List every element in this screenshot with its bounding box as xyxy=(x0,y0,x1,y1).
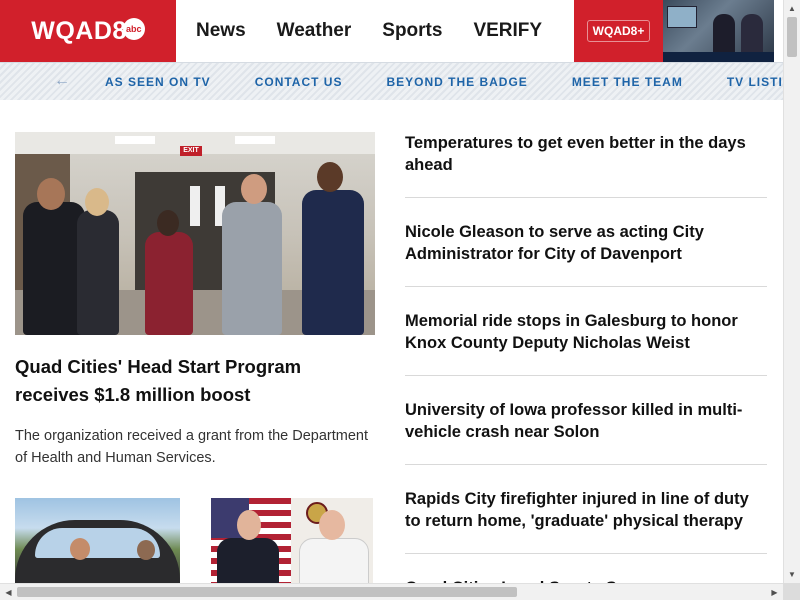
person-head xyxy=(317,162,343,192)
divider xyxy=(405,464,767,465)
horizontal-scroll-thumb[interactable] xyxy=(17,587,517,597)
divider xyxy=(405,553,767,554)
logo-text: WQAD8 xyxy=(31,16,127,45)
person-head xyxy=(37,178,65,210)
thumbnail-ticker xyxy=(663,52,774,62)
vertical-scrollbar[interactable]: ▲ ▼ xyxy=(783,0,800,583)
lead-story-description: The organization received a grant from t… xyxy=(15,428,369,466)
story-thumbnail-car[interactable] xyxy=(15,498,180,584)
nav-news[interactable]: News xyxy=(196,20,246,42)
headline-item[interactable]: Memorial ride stops in Galesburg to hono… xyxy=(405,310,767,354)
main-nav: News Weather Sports VERIFY xyxy=(196,0,573,62)
person-head xyxy=(237,510,261,540)
person-head xyxy=(241,174,267,204)
lead-story-image[interactable]: EXIT xyxy=(15,132,375,335)
person-head xyxy=(157,210,179,236)
subnav-meet-the-team[interactable]: MEET THE TEAM xyxy=(572,75,683,89)
headline-item[interactable]: Temperatures to get even better in the d… xyxy=(405,132,767,176)
live-video-thumbnail[interactable] xyxy=(663,0,774,62)
site-logo[interactable]: WQAD8 abc xyxy=(0,0,176,62)
person-figure xyxy=(222,202,282,335)
story-thumbnail-press[interactable] xyxy=(211,498,373,584)
person-figure xyxy=(217,538,279,584)
lead-story-title[interactable]: Quad Cities' Head Start Program receives… xyxy=(15,353,375,409)
divider xyxy=(405,197,767,198)
thumbnail-person xyxy=(713,14,735,54)
vertical-scroll-thumb[interactable] xyxy=(787,17,797,57)
person-head xyxy=(319,510,345,540)
subnav-contact-us[interactable]: CONTACT US xyxy=(255,75,343,89)
secondary-nav-items: AS SEEN ON TV CONTACT US BEYOND THE BADG… xyxy=(105,63,783,100)
person-figure xyxy=(77,210,119,335)
divider xyxy=(405,375,767,376)
nav-verify[interactable]: VERIFY xyxy=(473,20,542,42)
headline-item[interactable]: Rapids City firefighter injured in line … xyxy=(405,488,767,532)
nav-sports[interactable]: Sports xyxy=(382,20,442,42)
secondary-nav: ← AS SEEN ON TV CONTACT US BEYOND THE BA… xyxy=(0,62,783,100)
nav-weather[interactable]: Weather xyxy=(277,20,352,42)
subnav-beyond-the-badge[interactable]: BEYOND THE BADGE xyxy=(386,75,527,89)
person-head xyxy=(137,540,155,560)
person-head xyxy=(85,188,109,216)
scroll-left-icon[interactable]: ◀ xyxy=(0,584,17,600)
scrollbar-corner xyxy=(783,583,800,600)
person-figure xyxy=(145,232,193,335)
scroll-up-icon[interactable]: ▲ xyxy=(784,0,800,17)
person-figure xyxy=(302,190,364,335)
thumbnail-screen xyxy=(667,6,697,28)
subnav-as-seen-on-tv[interactable]: AS SEEN ON TV xyxy=(105,75,211,89)
person-head xyxy=(70,538,90,560)
divider xyxy=(405,286,767,287)
arrow-left-icon[interactable]: ← xyxy=(52,71,72,91)
subnav-tv-listings[interactable]: TV LISTINGS xyxy=(727,75,783,89)
image-light xyxy=(115,136,155,144)
site-header: WQAD8 abc News Weather Sports VERIFY WQA… xyxy=(0,0,783,62)
horizontal-scrollbar[interactable]: ◀ ▶ xyxy=(0,583,783,600)
person-figure xyxy=(23,202,85,335)
exit-sign: EXIT xyxy=(180,146,202,156)
headline-item[interactable]: University of Iowa professor killed in m… xyxy=(405,399,767,443)
wqad8-plus-label: WQAD8+ xyxy=(586,20,651,42)
person-figure xyxy=(299,538,369,584)
scroll-right-icon[interactable]: ▶ xyxy=(766,584,783,600)
image-door-window xyxy=(190,186,200,226)
scroll-down-icon[interactable]: ▼ xyxy=(784,566,800,583)
abc-badge: abc xyxy=(122,18,145,40)
image-light xyxy=(235,136,275,144)
wqad8-plus-button[interactable]: WQAD8+ xyxy=(574,0,663,62)
thumbnail-person xyxy=(741,14,763,54)
headline-item[interactable]: Nicole Gleason to serve as acting City A… xyxy=(405,221,767,265)
